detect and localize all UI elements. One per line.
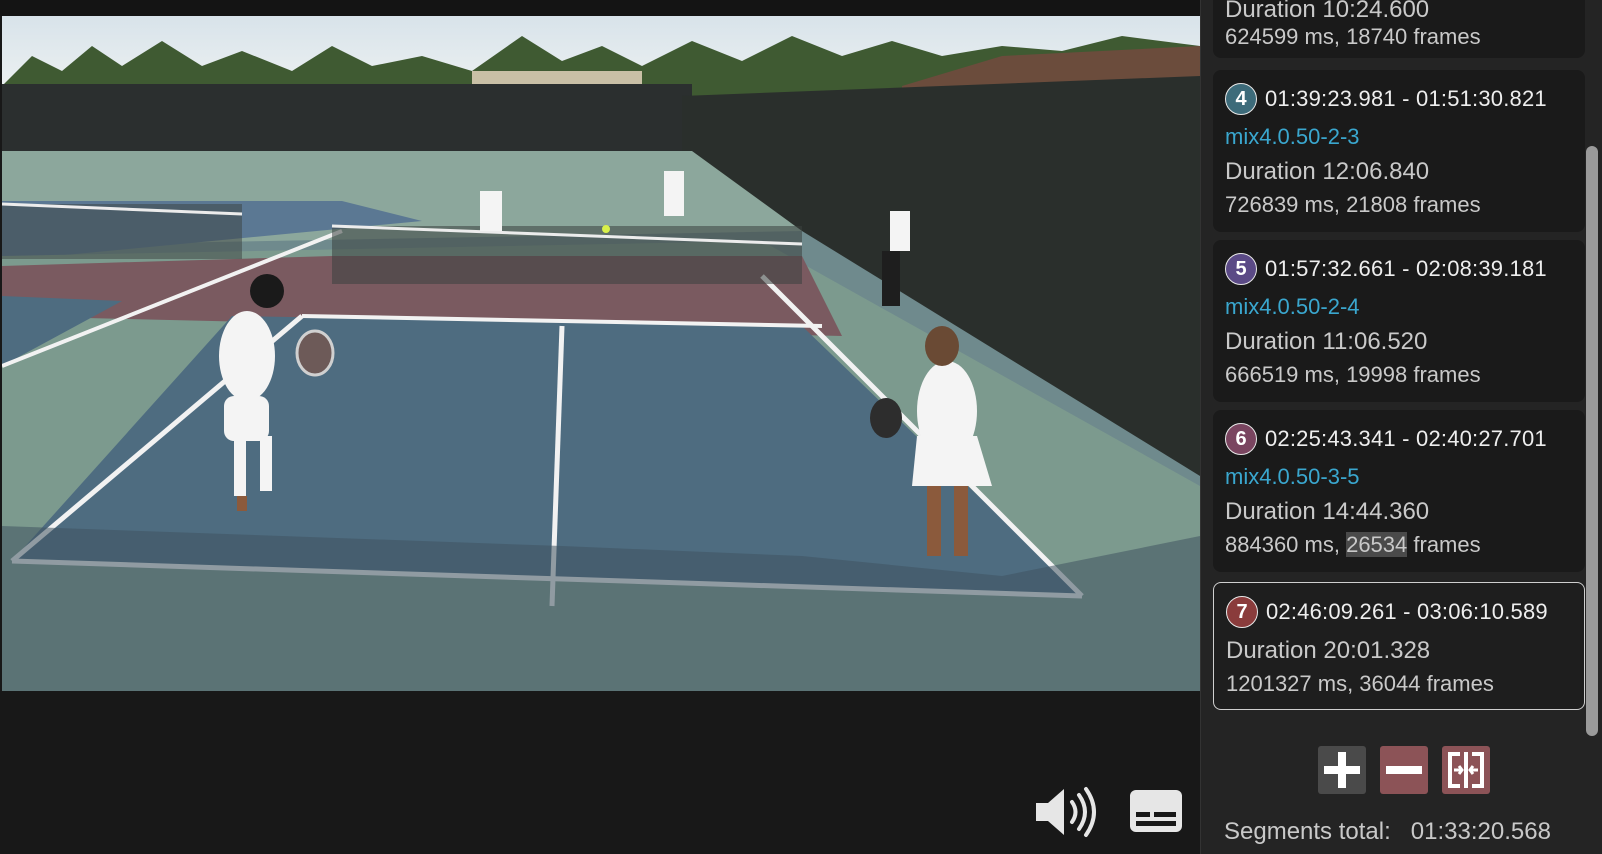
segment-ms-frames: 726839 ms, 21808 frames <box>1225 192 1481 217</box>
segment-time-range: 01:39:23.981 - 01:51:30.821 <box>1265 86 1547 111</box>
segments-total-label: Segments total: <box>1224 818 1391 845</box>
segment-number-badge: 4 <box>1225 83 1257 115</box>
segments-sidebar: Duration 10:24.600 624599 ms, 18740 fram… <box>1200 0 1602 854</box>
minus-icon <box>1386 766 1422 774</box>
segments-total-value: 01:33:20.568 <box>1410 818 1551 845</box>
split-segment-button[interactable] <box>1442 746 1490 794</box>
segment-name-link[interactable]: mix4.0.50-3-5 <box>1225 464 1360 490</box>
segment-item-7[interactable]: 7 02:46:09.261 - 03:06:10.589 Duration 2… <box>1213 582 1585 710</box>
segment-number-badge: 5 <box>1225 253 1257 285</box>
segment-name-link[interactable]: mix4.0.50-2-3 <box>1225 124 1360 150</box>
segment-time-range: 02:25:43.341 - 02:40:27.701 <box>1265 426 1547 451</box>
remove-segment-button[interactable] <box>1380 746 1428 794</box>
split-icon <box>1448 752 1484 788</box>
sidebar-scrollbar[interactable] <box>1586 146 1598 736</box>
segment-list[interactable]: Duration 10:24.600 624599 ms, 18740 fram… <box>1201 0 1585 740</box>
segments-total: Segments total: 01:33:20.568 <box>1224 818 1551 846</box>
add-segment-button[interactable] <box>1318 746 1366 794</box>
volume-icon[interactable] <box>1034 786 1100 838</box>
frames-suffix: frames <box>1407 532 1481 557</box>
segment-header: 7 02:46:09.261 - 03:06:10.589 <box>1226 595 1548 629</box>
segment-item-5[interactable]: 5 01:57:32.661 - 02:08:39.181 mix4.0.50-… <box>1213 240 1585 402</box>
app-window: Duration 10:24.600 624599 ms, 18740 fram… <box>0 0 1602 854</box>
segment-number-badge: 7 <box>1226 596 1258 628</box>
segment-duration: Duration 11:06.520 <box>1225 328 1428 355</box>
frames-highlight: 26534 <box>1346 532 1408 557</box>
segment-item-4[interactable]: 4 01:39:23.981 - 01:51:30.821 mix4.0.50-… <box>1213 70 1585 232</box>
segment-duration: Duration 12:06.840 <box>1225 158 1430 185</box>
segment-header: 6 02:25:43.341 - 02:40:27.701 <box>1225 422 1547 456</box>
segment-ms-frames: 666519 ms, 19998 frames <box>1225 362 1481 387</box>
segment-name-link[interactable]: mix4.0.50-2-4 <box>1225 294 1360 320</box>
segment-ms-frames: 1201327 ms, 36044 frames <box>1226 671 1494 696</box>
segment-duration: Duration 10:24.600 <box>1225 0 1430 23</box>
segment-time-range: 02:46:09.261 - 03:06:10.589 <box>1266 599 1548 624</box>
segment-header: 4 01:39:23.981 - 01:51:30.821 <box>1225 82 1547 116</box>
segment-item-6[interactable]: 6 02:25:43.341 - 02:40:27.701 mix4.0.50-… <box>1213 410 1585 572</box>
video-image <box>2 16 1200 691</box>
segment-actions <box>1318 746 1494 796</box>
subtitles-icon[interactable] <box>1128 788 1184 834</box>
segment-header: 5 01:57:32.661 - 02:08:39.181 <box>1225 252 1547 286</box>
segment-item[interactable]: Duration 10:24.600 624599 ms, 18740 fram… <box>1213 0 1585 58</box>
segment-duration: Duration 14:44.360 <box>1225 498 1430 525</box>
player-top-bar <box>0 0 1200 16</box>
segment-time-range: 01:57:32.661 - 02:08:39.181 <box>1265 256 1547 281</box>
video-frame[interactable] <box>2 16 1200 691</box>
plus-icon <box>1324 752 1360 788</box>
segment-duration: Duration 20:01.328 <box>1226 637 1431 664</box>
video-player[interactable] <box>0 0 1200 854</box>
segment-ms: 884360 ms, <box>1225 532 1347 557</box>
segment-ms-frames: 624599 ms, 18740 frames <box>1225 24 1481 49</box>
segment-ms-frames: 884360 ms, 26534 frames <box>1225 532 1481 558</box>
segment-number-badge: 6 <box>1225 423 1257 455</box>
